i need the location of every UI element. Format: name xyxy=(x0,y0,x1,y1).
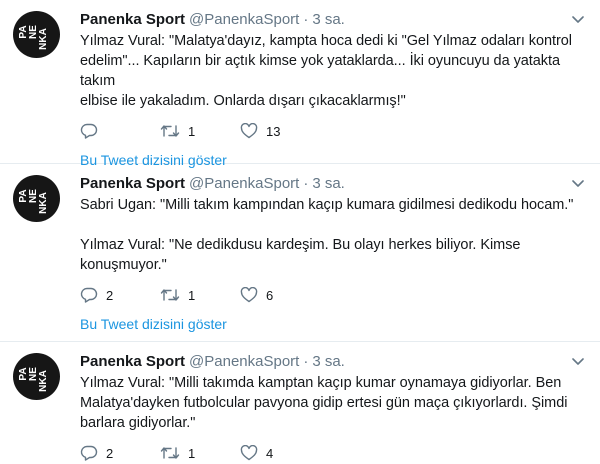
tweet-text: Yılmaz Vural: "Malatya'dayız, kampta hoc… xyxy=(80,33,572,109)
tweet-actions: 2 1 4 xyxy=(80,442,586,464)
author-handle[interactable]: @PanenkaSport xyxy=(189,174,299,194)
panenka-logo-icon: PA NE NKA xyxy=(18,367,49,392)
chevron-down-icon[interactable] xyxy=(570,12,586,28)
tweet-header: Panenka Sport @PanenkaSport · 3 sa. xyxy=(80,10,586,30)
tweet-text: Yılmaz Vural: "Milli takımda kamptan kaç… xyxy=(80,375,568,431)
chevron-down-icon[interactable] xyxy=(570,354,586,370)
tweet-actions: 2 1 6 xyxy=(80,284,586,306)
like-count: 4 xyxy=(266,445,274,461)
reply-button[interactable]: 2 xyxy=(80,287,160,303)
reply-icon xyxy=(80,287,98,303)
tweet-header: Panenka Sport @PanenkaSport · 3 sa. xyxy=(80,174,586,194)
author-name[interactable]: Panenka Sport xyxy=(80,10,185,30)
reply-button[interactable] xyxy=(80,123,160,139)
tweet[interactable]: PA NE NKA Panenka Sport @PanenkaSport · … xyxy=(0,164,600,342)
retweet-count: 1 xyxy=(188,123,196,139)
tweet-text: Sabri Ugan: "Milli takım kampından kaçıp… xyxy=(80,197,574,273)
reply-icon xyxy=(80,123,98,139)
author-handle[interactable]: @PanenkaSport xyxy=(189,10,299,30)
tweet-timestamp[interactable]: 3 sa. xyxy=(312,10,345,30)
tweet[interactable]: PA NE NKA Panenka Sport @PanenkaSport · … xyxy=(0,342,600,464)
like-count: 6 xyxy=(266,287,274,303)
like-count: 13 xyxy=(266,123,281,139)
heart-icon xyxy=(240,123,258,139)
reply-button[interactable]: 2 xyxy=(80,445,160,461)
retweet-icon xyxy=(160,447,180,459)
retweet-button[interactable]: 1 xyxy=(160,287,240,303)
svg-text:NKA: NKA xyxy=(38,192,49,214)
show-thread-link[interactable]: Bu Tweet dizisini göster xyxy=(80,315,586,343)
retweet-button[interactable]: 1 xyxy=(160,123,240,139)
reply-count: 2 xyxy=(106,287,114,303)
reply-icon xyxy=(80,445,98,461)
avatar[interactable]: PA NE NKA xyxy=(13,175,60,222)
panenka-logo-icon: PA NE NKA xyxy=(18,189,49,214)
separator-dot: · xyxy=(303,175,309,192)
retweet-icon xyxy=(160,289,180,301)
avatar[interactable]: PA NE NKA xyxy=(13,353,60,400)
panenka-logo-icon: PA NE NKA xyxy=(18,25,49,50)
heart-icon xyxy=(240,445,258,461)
heart-icon xyxy=(240,287,258,303)
svg-text:NKA: NKA xyxy=(38,28,49,50)
separator-dot: · xyxy=(303,11,309,28)
author-name[interactable]: Panenka Sport xyxy=(80,352,185,372)
tweet-header: Panenka Sport @PanenkaSport · 3 sa. xyxy=(80,352,586,372)
retweet-count: 1 xyxy=(188,445,196,461)
svg-text:NKA: NKA xyxy=(38,370,49,392)
tweet-timestamp[interactable]: 3 sa. xyxy=(312,174,345,194)
retweet-button[interactable]: 1 xyxy=(160,445,240,461)
reply-count: 2 xyxy=(106,445,114,461)
chevron-down-icon[interactable] xyxy=(570,176,586,192)
author-handle[interactable]: @PanenkaSport xyxy=(189,352,299,372)
retweet-count: 1 xyxy=(188,287,196,303)
separator-dot: · xyxy=(303,353,309,370)
author-name[interactable]: Panenka Sport xyxy=(80,174,185,194)
tweet[interactable]: PA NE NKA Panenka Sport @PanenkaSport · … xyxy=(0,0,600,168)
retweet-icon xyxy=(160,125,180,137)
like-button[interactable]: 13 xyxy=(240,123,280,139)
like-button[interactable]: 4 xyxy=(240,445,273,461)
avatar[interactable]: PA NE NKA xyxy=(13,11,60,58)
tweet-actions: 1 13 xyxy=(80,120,586,142)
tweet-timestamp[interactable]: 3 sa. xyxy=(312,352,345,372)
tweet-timeline: PA NE NKA Panenka Sport @PanenkaSport · … xyxy=(0,0,600,464)
like-button[interactable]: 6 xyxy=(240,287,273,303)
